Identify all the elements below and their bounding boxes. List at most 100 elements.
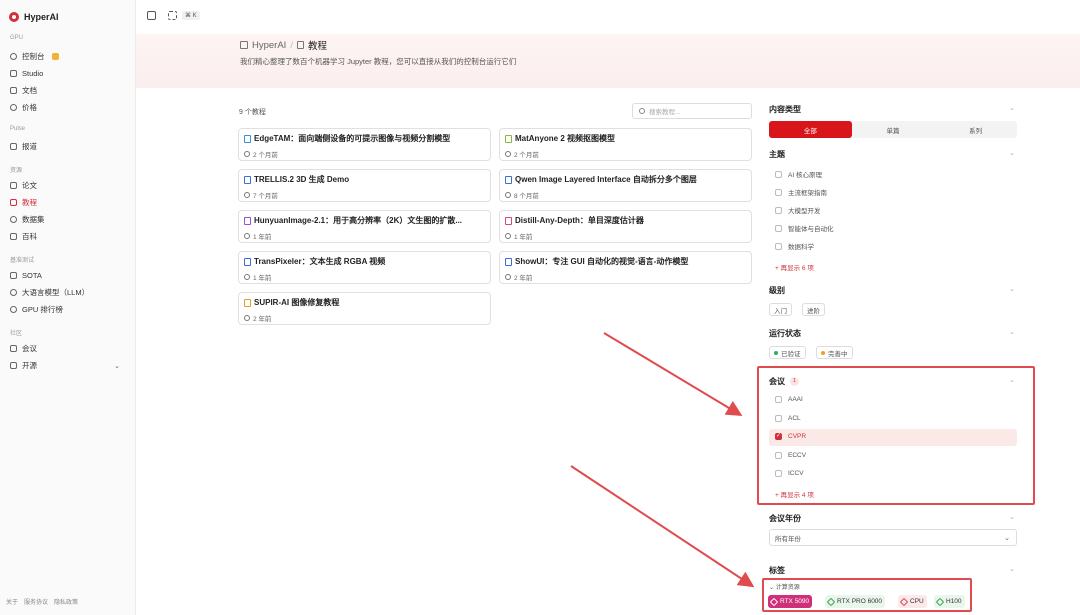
sidebar-item-pricing[interactable]: 价格 — [10, 100, 128, 115]
conference-selected-row — [769, 429, 1017, 446]
level-beginner[interactable]: 入门 — [769, 303, 792, 316]
sidebar-item-gpu-leaderboard[interactable]: GPU 排行榜 — [10, 302, 128, 317]
clock-icon — [244, 151, 250, 157]
sidebar: HyperAI GPU 控制台 Studio 文档 价格 Pulse 报道 资源… — [0, 0, 136, 615]
tag-rtx-pro-6000[interactable]: RTX PRO 6000 — [825, 595, 886, 608]
sidebar-item-tutorials[interactable]: 教程 — [10, 195, 128, 210]
tutorial-card[interactable]: EdgeTAM：面向端侧设备的可提示图像与视频分割模型 2 个月前 — [238, 128, 491, 161]
sidebar-item-llm[interactable]: 大语言模型（LLM） — [10, 285, 128, 300]
sidebar-item-conferences[interactable]: 会议 — [10, 341, 128, 356]
sidebar-toggle-icon[interactable] — [147, 11, 156, 20]
tutorial-title: MatAnyone 2 视频抠图模型 — [515, 134, 616, 143]
book-icon — [244, 257, 251, 266]
chevron-down-icon[interactable]: ⌄ — [1009, 328, 1015, 336]
tutorial-time: 2 年前 — [253, 316, 272, 323]
checkbox[interactable] — [775, 170, 782, 178]
tutorial-time: 1 年前 — [253, 234, 272, 241]
tags-group-label: ⌄ 计算资源 — [769, 585, 800, 591]
sidebar-item-open-source[interactable]: 开源 ⌄ — [10, 358, 128, 373]
checkbox[interactable] — [775, 224, 782, 232]
tutorial-time: 7 个月前 — [253, 193, 278, 200]
home-icon — [240, 41, 248, 49]
chevron-down-icon[interactable]: ⌄ — [1009, 104, 1015, 112]
conference-show-more[interactable]: + 再显示 4 项 — [775, 489, 814, 499]
tag-h100[interactable]: H100 — [934, 595, 965, 608]
shortcut-hint: ⌘ K — [182, 11, 200, 20]
conference-option[interactable]: AAAI — [775, 396, 803, 403]
conference-option[interactable]: ACL — [775, 415, 801, 422]
chevron-down-icon[interactable]: ⌄ — [1009, 376, 1015, 384]
chevron-down-icon[interactable]: ⌄ — [1009, 513, 1015, 521]
sidebar-item-sota[interactable]: SOTA — [10, 268, 128, 283]
chevron-down-icon[interactable]: ⌄ — [1009, 285, 1015, 293]
tutorial-card[interactable]: SUPIR-AI 图像修复教程 2 年前 — [238, 292, 491, 325]
topic-option[interactable]: AI 核心原理 — [775, 169, 822, 179]
conf-year-select[interactable]: 所有年份 ⌄ — [769, 529, 1017, 546]
content-type-series[interactable]: 系列 — [934, 121, 1017, 138]
book-icon — [244, 216, 251, 225]
section-benchmark: 基准测试 — [10, 258, 35, 264]
checkbox[interactable] — [775, 470, 782, 477]
status-verified[interactable]: 已验证 — [769, 346, 806, 359]
tutorial-card[interactable]: TRELLIS.2 3D 生成 Demo 7 个月前 — [238, 169, 491, 202]
tag-cpu[interactable]: CPU — [898, 595, 927, 608]
tutorial-card[interactable]: TransPixeler：文本生成 RGBA 视频 1 年前 — [238, 251, 491, 284]
breadcrumb: HyperAI / 教程 — [240, 38, 327, 52]
breadcrumb-current: 教程 — [307, 41, 327, 52]
news-icon — [10, 143, 17, 150]
level-advanced[interactable]: 进阶 — [802, 303, 825, 316]
section-pulse: Pulse — [10, 126, 26, 132]
status-in-progress[interactable]: 完善中 — [816, 346, 853, 359]
topic-option[interactable]: 主流框架指南 — [775, 187, 827, 197]
app-logo[interactable]: HyperAI — [9, 12, 59, 22]
checkbox-checked[interactable] — [775, 432, 782, 440]
checkbox[interactable] — [775, 242, 782, 250]
page-description: 我们精心整理了数百个机器学习 Jupyter 教程，您可以直接从我们的控制台运行… — [240, 57, 517, 66]
wiki-icon — [10, 233, 17, 240]
topic-option[interactable]: 智能体与自动化 — [775, 223, 834, 233]
tutorial-card[interactable]: Qwen Image Layered Interface 自动拆分多个图层 8 个… — [499, 169, 752, 202]
breadcrumb-home[interactable]: HyperAI — [252, 40, 286, 51]
code-icon — [10, 362, 17, 369]
tutorial-card[interactable]: MatAnyone 2 视频抠图模型 2 个月前 — [499, 128, 752, 161]
chevron-down-icon[interactable]: ⌄ — [1009, 565, 1015, 573]
footer-privacy-link[interactable]: 隐私政策 — [54, 597, 78, 606]
sidebar-item-papers[interactable]: 论文 — [10, 178, 128, 193]
tutorial-card[interactable]: HunyuanImage-2.1：用于高分辨率（2K）文生图的扩散... 1 年前 — [238, 210, 491, 243]
sidebar-item-wiki[interactable]: 百科 — [10, 229, 128, 244]
content-type-single[interactable]: 单篇 — [852, 121, 935, 138]
chevron-down-icon[interactable]: ⌄ — [1009, 149, 1015, 157]
tutorial-card[interactable]: Distill-Any-Depth：单目深度估计器 1 年前 — [499, 210, 752, 243]
conference-option[interactable]: ECCV — [775, 452, 806, 459]
sidebar-item-datasets[interactable]: 数据集 — [10, 212, 128, 227]
sidebar-item-console[interactable]: 控制台 — [10, 49, 128, 64]
checkbox[interactable] — [775, 396, 782, 403]
tutorial-title: TRELLIS.2 3D 生成 Demo — [254, 175, 350, 184]
clock-icon — [505, 233, 511, 239]
checkbox[interactable] — [775, 188, 782, 196]
search-input[interactable]: 搜索教程... — [632, 103, 752, 119]
topic-show-more[interactable]: + 再显示 6 项 — [775, 262, 814, 272]
checkbox[interactable] — [775, 415, 782, 422]
clock-icon — [244, 233, 250, 239]
conference-option[interactable]: ICCV — [775, 470, 804, 477]
sidebar-item-docs[interactable]: 文档 — [10, 83, 128, 98]
footer-about-link[interactable]: 关于 — [6, 597, 18, 606]
tutorial-card[interactable]: ShowUI：专注 GUI 自动化的视觉-语言-动作模型 2 年前 — [499, 251, 752, 284]
logo-icon — [9, 12, 19, 22]
sparkle-icon — [10, 289, 17, 296]
footer-terms-link[interactable]: 服务协议 — [24, 597, 48, 606]
content-type-all[interactable]: 全部 — [769, 121, 852, 138]
command-menu-icon[interactable] — [168, 11, 177, 20]
book-icon — [244, 134, 251, 143]
checkbox[interactable] — [775, 452, 782, 459]
section-resources: 资源 — [10, 168, 23, 174]
checkbox[interactable] — [775, 206, 782, 214]
topic-option[interactable]: 数据科学 — [775, 241, 814, 251]
tag-rtx-5090[interactable]: RTX 5090 — [768, 595, 813, 608]
topic-option[interactable]: 大模型开发 — [775, 205, 821, 215]
conference-option[interactable]: CVPR — [775, 432, 806, 440]
sidebar-item-news[interactable]: 报道 — [10, 139, 128, 154]
tag-icon — [769, 597, 779, 606]
sidebar-item-studio[interactable]: Studio — [10, 66, 128, 81]
